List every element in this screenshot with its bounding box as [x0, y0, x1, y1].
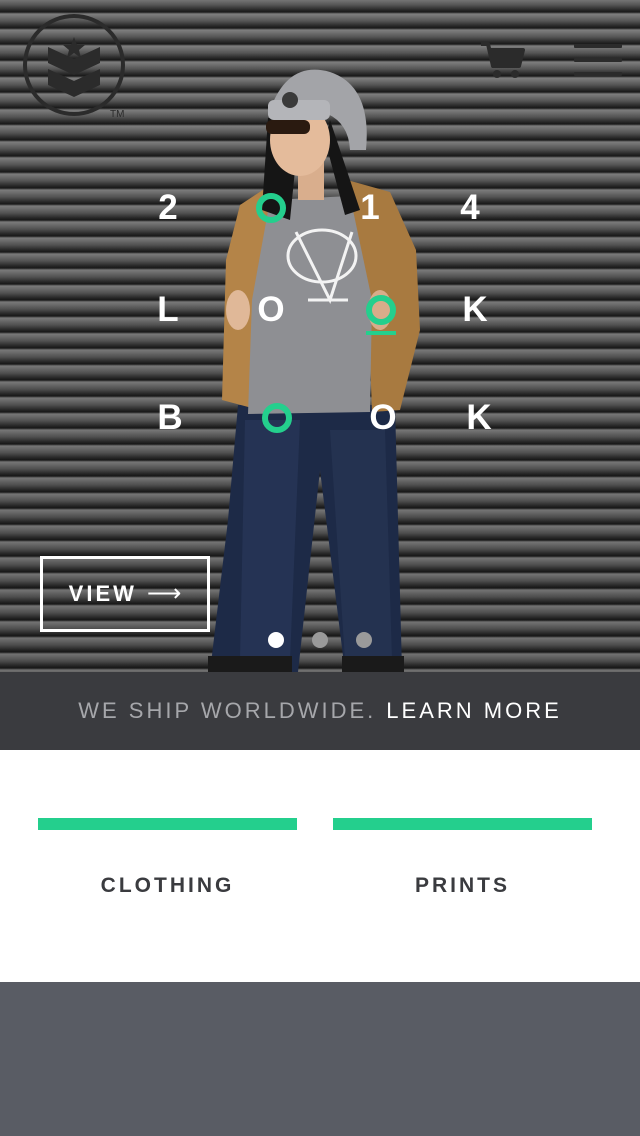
menu-line-1	[574, 44, 622, 48]
footer-section	[0, 982, 640, 1136]
learn-more-link[interactable]: LEARN MORE	[386, 698, 561, 724]
lookbook-letter: 1	[360, 188, 380, 227]
chevron-shield-logo-icon[interactable]: TM	[22, 13, 128, 119]
view-button-label: VIEW	[68, 581, 137, 606]
lookbook-letter: B	[157, 398, 183, 437]
shipping-text: WE SHIP WORLDWIDE.	[78, 698, 377, 723]
lookbook-ring-letter-o	[262, 403, 292, 433]
lookbook-letter: K	[462, 290, 488, 329]
trademark-mark: TM	[110, 109, 124, 119]
lookbook-letter: 2	[158, 188, 178, 227]
carousel-dot-2[interactable]	[312, 632, 328, 648]
category-accent-bar	[333, 818, 592, 830]
hero-carousel[interactable]: TM 2 1 4 L O K B O K VIEW ⟶	[0, 0, 640, 672]
lookbook-ring-letter-o	[256, 193, 286, 223]
menu-line-3	[574, 72, 622, 76]
category-clothing[interactable]: CLOTHING	[38, 818, 297, 898]
cart-icon[interactable]	[479, 40, 525, 80]
category-accent-bar	[38, 818, 297, 830]
menu-line-2	[574, 58, 622, 62]
shipping-banner: WE SHIP WORLDWIDE. LEARN MORE	[0, 672, 640, 750]
hamburger-menu-icon[interactable]	[574, 44, 622, 80]
lookbook-letter: L	[157, 290, 179, 329]
category-label: CLOTHING	[100, 874, 235, 897]
category-label: PRINTS	[414, 874, 510, 897]
lookbook-letter: O	[257, 290, 285, 329]
lookbook-underline	[366, 331, 396, 335]
category-section: CLOTHING PRINTS	[0, 750, 640, 982]
lookbook-ring-letter-o	[366, 295, 396, 325]
lookbook-letter: O	[369, 398, 397, 437]
arrow-right-icon: ⟶	[146, 580, 182, 607]
lookbook-letter: 4	[460, 188, 480, 227]
view-lookbook-button[interactable]: VIEW ⟶	[40, 556, 210, 632]
carousel-dot-3[interactable]	[356, 632, 372, 648]
page: TM 2 1 4 L O K B O K VIEW ⟶ WE SHIP WORL…	[0, 0, 640, 1136]
carousel-dot-1[interactable]	[268, 632, 284, 648]
category-prints[interactable]: PRINTS	[333, 818, 592, 898]
lookbook-letter: K	[466, 398, 492, 437]
